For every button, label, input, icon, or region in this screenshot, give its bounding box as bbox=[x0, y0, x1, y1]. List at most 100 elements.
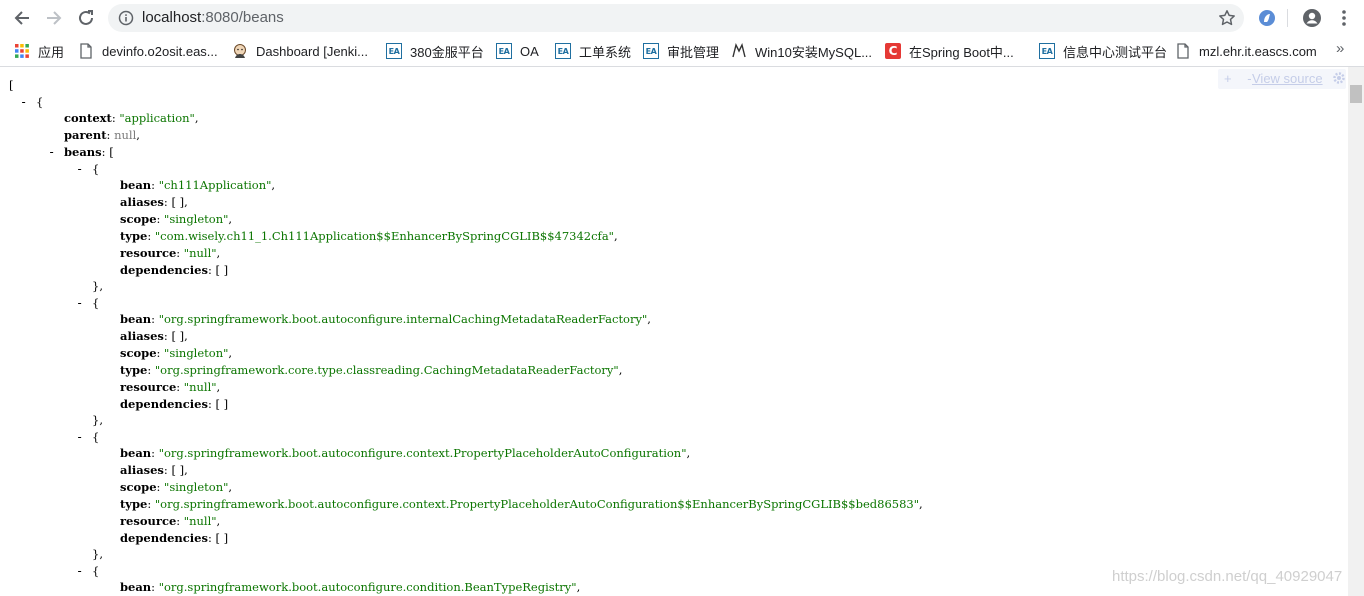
bookmark-oa[interactable]: EA OA bbox=[496, 41, 539, 61]
key-dependencies: dependencies bbox=[120, 531, 208, 545]
json-viewer: [ - { context: "application", parent: nu… bbox=[0, 67, 1348, 596]
bookmark-mzl-ehr[interactable]: mzl.ehr.it.eascs.com bbox=[1175, 41, 1317, 61]
key-bean: bean bbox=[120, 312, 152, 326]
key-scope: scope bbox=[120, 480, 157, 494]
bookmark-380[interactable]: EA 380金服平台 bbox=[386, 41, 484, 61]
object-open-brace: { bbox=[36, 95, 44, 109]
bookmark-label: Win10安装MySQL... bbox=[755, 44, 873, 60]
bookmark-jenkins[interactable]: Dashboard [Jenki... bbox=[232, 41, 368, 61]
bookmark-win10-mysql[interactable]: Win10安装MySQL... bbox=[731, 41, 872, 61]
root-open-bracket: [ bbox=[9, 78, 14, 92]
bookmark-label: 信息中心测试平台 bbox=[1063, 44, 1168, 60]
type-row: type: "org.springframework.core.type.cla… bbox=[120, 363, 623, 377]
value-aliases: [ ] bbox=[171, 329, 185, 343]
back-button[interactable] bbox=[10, 6, 34, 30]
apps-grid-icon bbox=[15, 44, 29, 58]
menu-dots-icon[interactable] bbox=[1336, 8, 1352, 28]
scope-row: scope: "singleton", bbox=[120, 346, 233, 360]
key-scope: scope bbox=[120, 212, 157, 226]
value-dependencies: [ ] bbox=[215, 531, 229, 545]
value-aliases: [ ] bbox=[171, 195, 185, 209]
reload-button[interactable] bbox=[74, 6, 98, 30]
key-aliases: aliases bbox=[120, 195, 164, 209]
bookmark-label: mzl.ehr.it.eascs.com bbox=[1199, 43, 1317, 59]
bookmark-label: 应用 bbox=[38, 44, 65, 60]
watermark: https://blog.csdn.net/qq_40929047 bbox=[1112, 568, 1343, 585]
arrow-left-icon bbox=[14, 11, 29, 25]
bookmark-approval[interactable]: EA 审批管理 bbox=[643, 41, 719, 61]
collapse-toggle[interactable]: - bbox=[76, 161, 83, 178]
key-resource: resource bbox=[120, 246, 177, 260]
bookmark-test-platform[interactable]: EA 信息中心测试平台 bbox=[1039, 41, 1167, 61]
value-resource: "null" bbox=[183, 380, 217, 394]
page-icon bbox=[1177, 43, 1189, 59]
beans-row: beans: [ bbox=[64, 145, 114, 159]
extension-icon[interactable] bbox=[1257, 8, 1277, 28]
resource-row: resource: "null", bbox=[120, 380, 221, 394]
bean-row: bean: "org.springframework.boot.autoconf… bbox=[120, 446, 691, 460]
collapse-toggle[interactable]: - bbox=[76, 295, 83, 312]
key-scope: scope bbox=[120, 346, 157, 360]
collapse-toggle[interactable]: - bbox=[20, 94, 27, 111]
bean-open-brace: { bbox=[92, 430, 100, 444]
key-bean: bean bbox=[120, 446, 152, 460]
key-dependencies: dependencies bbox=[120, 397, 208, 411]
bookmark-label: 在Spring Boot中... bbox=[909, 44, 1014, 60]
bookmark-workorder[interactable]: EA 工单系统 bbox=[555, 41, 631, 61]
value-type: "com.wisely.ch11_1.Ch111Application$$Enh… bbox=[154, 229, 614, 243]
view-source-panel: + - View source bbox=[1218, 69, 1346, 89]
vertical-scrollbar[interactable] bbox=[1348, 67, 1364, 596]
bookmark-label: devinfo.o2osit.eas... bbox=[102, 43, 218, 59]
bean-open-brace: { bbox=[92, 162, 100, 176]
bookmarks-bar: 应用 devinfo.o2osit.eas... Dashboard [Jenk… bbox=[0, 36, 1364, 67]
address-bar[interactable]: localhost:8080/beans bbox=[108, 4, 1244, 32]
scope-row: scope: "singleton", bbox=[120, 212, 233, 226]
key-context: context bbox=[64, 111, 112, 125]
bean-open-brace: { bbox=[92, 296, 100, 310]
bean-close-brace: }, bbox=[92, 413, 103, 427]
scrollbar-thumb[interactable] bbox=[1350, 85, 1362, 103]
bean-row: bean: "ch111Application", bbox=[120, 178, 276, 192]
key-type: type bbox=[120, 363, 148, 377]
url-text[interactable]: localhost:8080/beans bbox=[142, 9, 284, 27]
bookmarks-overflow-button[interactable]: » bbox=[1336, 40, 1344, 57]
value-context: "application" bbox=[119, 111, 195, 125]
arrow-right-icon bbox=[47, 11, 62, 25]
value-aliases: [ ] bbox=[171, 463, 185, 477]
bookmark-star-icon[interactable] bbox=[1218, 9, 1236, 27]
browser-toolbar: localhost:8080/beans bbox=[0, 0, 1364, 36]
key-aliases: aliases bbox=[120, 329, 164, 343]
key-resource: resource bbox=[120, 514, 177, 528]
ea-logo-icon: EA bbox=[555, 43, 571, 59]
bean-row: bean: "org.springframework.boot.autoconf… bbox=[120, 580, 581, 594]
aliases-row: aliases: [ ], bbox=[120, 329, 188, 343]
bookmark-apps[interactable]: 应用 bbox=[14, 41, 64, 61]
bookmark-devinfo[interactable]: devinfo.o2osit.eas... bbox=[78, 41, 218, 61]
account-icon[interactable] bbox=[1302, 8, 1322, 28]
resource-row: resource: "null", bbox=[120, 246, 221, 260]
scope-row: scope: "singleton", bbox=[120, 480, 233, 494]
dependencies-row: dependencies: [ ] bbox=[120, 531, 229, 545]
key-bean: bean bbox=[120, 580, 152, 594]
gear-icon[interactable] bbox=[1332, 71, 1346, 85]
key-dependencies: dependencies bbox=[120, 263, 208, 277]
info-icon[interactable] bbox=[118, 10, 134, 26]
bookmark-label: 380金服平台 bbox=[410, 44, 484, 60]
reload-icon bbox=[79, 10, 93, 25]
collapse-toggle[interactable]: - bbox=[76, 429, 83, 446]
value-resource: "null" bbox=[183, 246, 217, 260]
ea-logo-icon: EA bbox=[643, 43, 659, 59]
url-host: localhost bbox=[142, 9, 202, 26]
forward-button[interactable] bbox=[42, 6, 66, 30]
value-bean: "org.springframework.boot.autoconfigure.… bbox=[158, 446, 687, 460]
bean-close-brace: }, bbox=[92, 547, 103, 561]
bookmark-spring-boot[interactable]: C 在Spring Boot中... bbox=[885, 41, 1014, 61]
aliases-row: aliases: [ ], bbox=[120, 195, 188, 209]
view-source-link[interactable]: View source bbox=[1252, 71, 1323, 86]
collapse-toggle[interactable]: - bbox=[76, 563, 83, 580]
collapse-toggle[interactable]: - bbox=[48, 144, 55, 161]
value-scope: "singleton" bbox=[164, 212, 229, 226]
url-path: :8080/beans bbox=[201, 9, 284, 26]
value-scope: "singleton" bbox=[164, 346, 229, 360]
jenkins-icon bbox=[234, 44, 246, 58]
